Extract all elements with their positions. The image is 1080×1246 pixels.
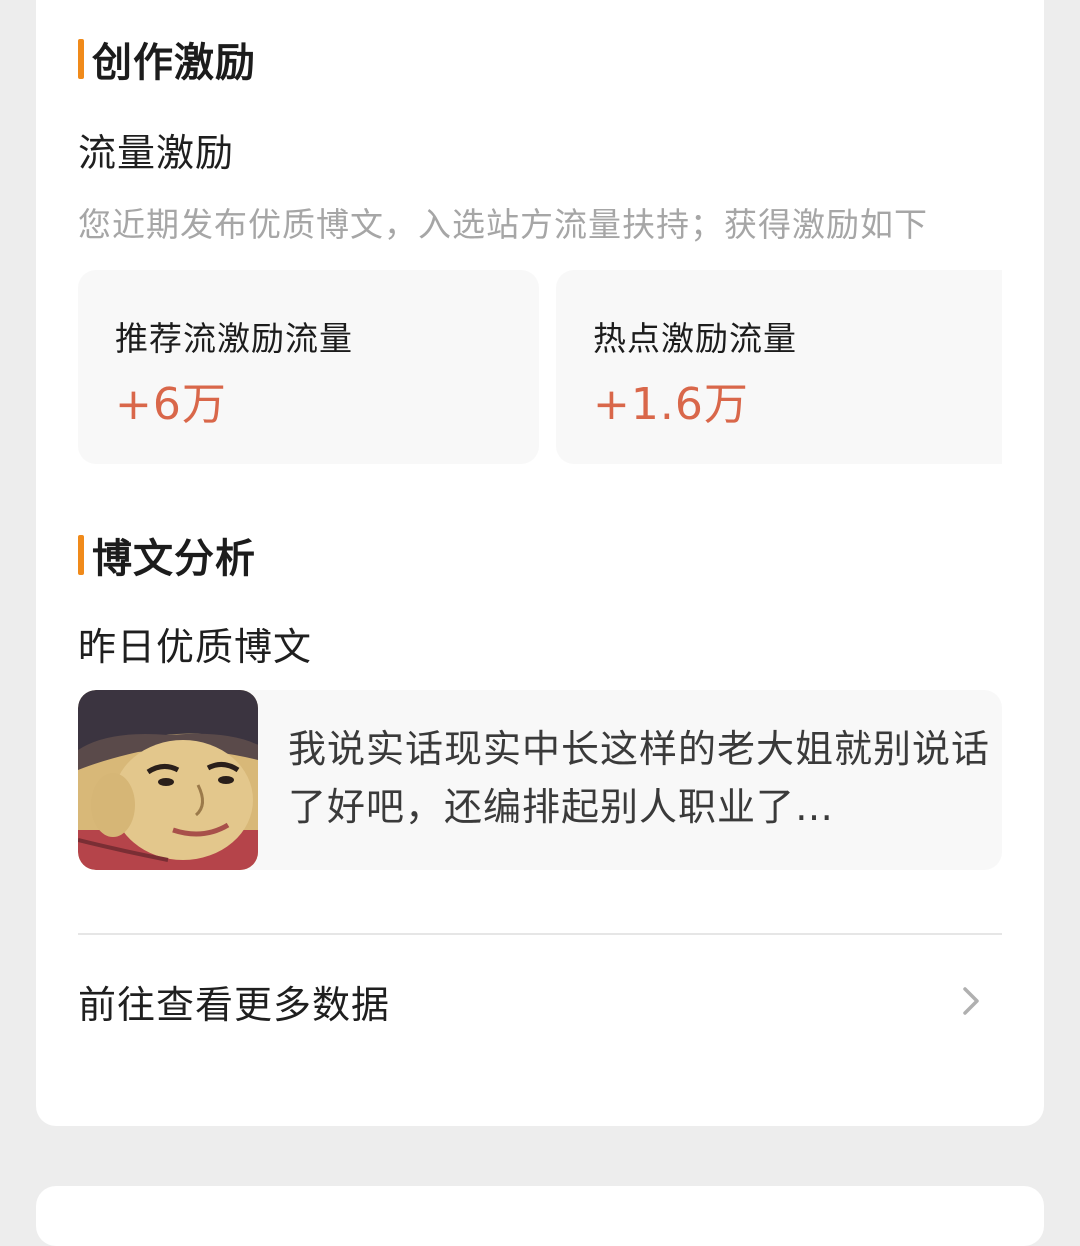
view-more-label: 前往查看更多数据	[78, 982, 391, 1027]
incentive-section-title: 创作激励	[78, 30, 256, 88]
portrait-thumbnail	[78, 690, 258, 870]
stat-label: 推荐流激励流量	[115, 319, 353, 358]
incentive-title-text: 创作激励	[92, 40, 256, 86]
incentive-description: 您近期发布优质博文，入选站方流量扶持；获得激励如下	[78, 205, 928, 244]
stat-label: 热点激励流量	[593, 319, 797, 358]
quality-post-heading: 昨日优质博文	[78, 625, 313, 669]
traffic-incentive-heading: 流量激励	[78, 131, 235, 175]
stat-hotspot[interactable]: 热点激励流量 +1.6万	[556, 270, 1002, 464]
post-excerpt: 我说实话现实中长这样的老大姐就别说话了好吧，还编排起别人职业了…	[288, 727, 991, 829]
next-card	[36, 1186, 1044, 1246]
stat-value: +1.6万	[593, 379, 749, 430]
chevron-right-icon	[956, 983, 986, 1019]
accent-bar	[78, 535, 84, 575]
analysis-section-title: 博文分析	[78, 526, 256, 584]
analysis-title-text: 博文分析	[92, 536, 256, 582]
accent-bar	[78, 39, 84, 79]
divider	[78, 933, 1002, 935]
view-more-data-link[interactable]: 前往查看更多数据	[78, 970, 1002, 1032]
stat-recommend[interactable]: 推荐流激励流量 +6万	[78, 270, 539, 464]
quality-post-card[interactable]: 我说实话现实中长这样的老大姐就别说话了好吧，还编排起别人职业了…	[78, 690, 1002, 870]
stat-value: +6万	[115, 379, 227, 430]
